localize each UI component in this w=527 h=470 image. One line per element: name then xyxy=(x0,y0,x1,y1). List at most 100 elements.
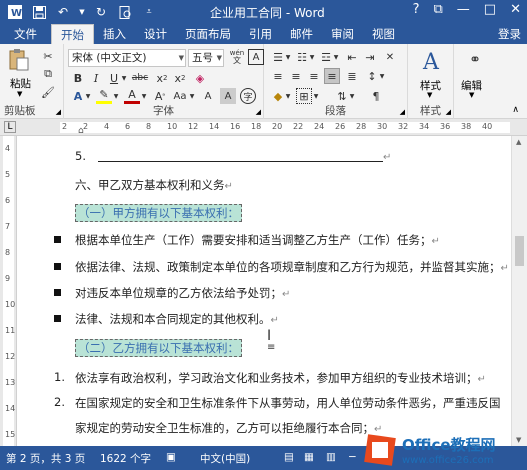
decrease-indent-icon[interactable]: ⇤ xyxy=(344,49,360,65)
scrollbar-thumb[interactable] xyxy=(515,236,524,266)
align-left-icon[interactable]: ≡ xyxy=(270,68,286,84)
print-layout-icon[interactable]: ▦ xyxy=(304,451,314,463)
format-painter-icon[interactable]: 🖌 xyxy=(40,84,56,100)
paragraph-launcher-icon[interactable]: ◢ xyxy=(400,108,405,116)
subscript-icon[interactable]: x2 xyxy=(154,70,170,86)
highlight-dropdown-icon[interactable]: ▼ xyxy=(112,88,120,104)
close-button[interactable]: ✕ xyxy=(510,2,521,17)
char-shading-icon[interactable]: A xyxy=(220,88,236,104)
find-binoculars-icon[interactable]: ⚭ xyxy=(466,50,484,70)
styles-dropdown-icon[interactable]: ▼ xyxy=(427,91,432,99)
bold-icon[interactable]: B xyxy=(70,70,86,86)
borders-dropdown-icon[interactable]: ▼ xyxy=(312,88,320,104)
collapse-ribbon-icon[interactable]: ∧ xyxy=(512,105,519,115)
paste-options-icon[interactable]: ≡ xyxy=(267,342,275,353)
paste-dropdown-icon[interactable]: ▼ xyxy=(17,90,22,98)
clipboard-group-label: 剪贴板 xyxy=(4,105,36,117)
horizontal-ruler[interactable]: L 2 2 4 6 8 10 12 14 16 18 20 22 24 26 28 30 32 34 36 38 40 … xyxy=(0,119,527,136)
highlight-color-icon[interactable]: ✎ xyxy=(96,88,112,104)
copy-icon[interactable]: ⧉ xyxy=(40,66,56,82)
tab-home[interactable]: 开始 xyxy=(51,24,94,44)
vertical-ruler[interactable]: 4 5 6 7 8 9 10 11 12 13 14 15 xyxy=(0,136,17,446)
encircle-icon[interactable]: 字 xyxy=(240,88,256,104)
paste-label[interactable]: 粘贴 xyxy=(10,76,31,91)
tab-view[interactable]: 视图 xyxy=(363,24,404,44)
ruler-number: 8 xyxy=(146,122,152,131)
customize-qat-icon[interactable]: ⩡ xyxy=(140,3,158,21)
bullets-dropdown-icon[interactable]: ▼ xyxy=(284,49,292,65)
font-color-icon[interactable]: A xyxy=(124,88,140,104)
ruler-number: 26 xyxy=(335,122,346,131)
font-name-combo[interactable]: 宋体 (中文正文) ▼ xyxy=(68,49,186,67)
styles-icon[interactable]: A xyxy=(418,48,444,76)
tab-selector-icon[interactable]: L xyxy=(4,121,16,133)
clear-formatting-icon[interactable]: ◈ xyxy=(192,70,208,86)
styles-launcher-icon[interactable]: ◢ xyxy=(446,108,451,116)
char-border-icon[interactable]: A xyxy=(248,49,264,65)
editing-dropdown-icon[interactable]: ▼ xyxy=(469,91,474,99)
multilevel-dropdown-icon[interactable]: ▼ xyxy=(332,49,340,65)
undo-icon[interactable]: ↶ xyxy=(54,3,72,21)
maximize-button[interactable]: □ xyxy=(484,2,496,17)
title-bar: W ↶ ▼ ↻ ⩡ 企业用工合同 - Word ? ⧉ — □ ✕ xyxy=(0,0,527,24)
text-effects-dropdown-icon[interactable]: ▼ xyxy=(84,88,92,104)
line-spacing-dropdown-icon[interactable]: ▼ xyxy=(378,68,386,84)
page-count[interactable]: 第 2 页，共 3 页 xyxy=(6,451,85,466)
tab-references[interactable]: 引用 xyxy=(240,24,281,44)
tab-review[interactable]: 审阅 xyxy=(322,24,363,44)
minimize-button[interactable]: — xyxy=(457,2,470,17)
underline-dropdown-icon[interactable]: ▼ xyxy=(120,70,128,86)
undo-dropdown-icon[interactable]: ▼ xyxy=(78,3,86,21)
font-color-dropdown-icon[interactable]: ▼ xyxy=(140,88,148,104)
strikethrough-icon[interactable]: abc xyxy=(132,70,148,86)
numbering-dropdown-icon[interactable]: ▼ xyxy=(308,49,316,65)
align-right-icon[interactable]: ≡ xyxy=(306,68,322,84)
change-case-icon[interactable]: Aa xyxy=(172,88,188,104)
show-marks-icon[interactable]: ¶ xyxy=(368,88,384,104)
distributed-icon[interactable]: ≣ xyxy=(344,68,360,84)
document-page[interactable]: 5. ↵ 六、甲乙双方基本权利和义务↵ （一）甲方拥有以下基本权利： 根据本单位生… xyxy=(17,136,511,446)
print-preview-icon[interactable] xyxy=(116,3,134,21)
shrink-font-icon[interactable]: Aᵃ xyxy=(152,88,168,104)
sign-in-link[interactable]: 登录 xyxy=(498,24,521,44)
sort-dropdown-icon[interactable]: ▼ xyxy=(348,88,356,104)
increase-indent-icon[interactable]: ⇥ xyxy=(362,49,378,65)
tab-page-layout[interactable]: 页面布局 xyxy=(176,24,240,44)
superscript-icon[interactable]: x2 xyxy=(172,70,188,86)
redo-icon[interactable]: ↻ xyxy=(92,3,110,21)
language-status[interactable]: 中文(中国) xyxy=(200,451,250,466)
tab-insert[interactable]: 插入 xyxy=(94,24,135,44)
cut-icon[interactable]: ✂ xyxy=(40,48,56,64)
change-case-dropdown-icon[interactable]: ▼ xyxy=(188,88,196,104)
justify-icon[interactable]: ≡ xyxy=(324,68,340,84)
vertical-scrollbar[interactable]: ▲ ▼ xyxy=(511,136,527,446)
ribbon-display-button[interactable]: ⧉ xyxy=(434,2,443,17)
zoom-out-button[interactable]: − xyxy=(348,451,357,463)
read-mode-icon[interactable]: ▤ xyxy=(284,451,294,463)
shading-dropdown-icon[interactable]: ▼ xyxy=(284,88,292,104)
tab-file[interactable]: 文件 xyxy=(0,24,51,44)
tab-mailings[interactable]: 邮件 xyxy=(281,24,322,44)
tab-design[interactable]: 设计 xyxy=(135,24,176,44)
borders-icon[interactable]: ⊞ xyxy=(296,88,312,104)
scroll-up-icon[interactable]: ▲ xyxy=(516,138,521,146)
align-center-icon[interactable]: ≡ xyxy=(288,68,304,84)
clipboard-launcher-icon[interactable]: ◢ xyxy=(56,108,61,116)
enclose-char-icon[interactable]: A xyxy=(200,88,216,104)
numbered-item-text: 依法享有政治权利，学习政治文化和业务技术，参加甲方组织的专业技术培训； xyxy=(75,371,478,385)
font-size-dropdown-icon[interactable]: ▼ xyxy=(217,50,222,66)
word-count[interactable]: 1622 个字 xyxy=(100,451,151,466)
help-button[interactable]: ? xyxy=(413,2,420,17)
italic-icon[interactable]: I xyxy=(88,70,104,86)
font-size-combo[interactable]: 五号 ▼ xyxy=(188,49,224,67)
web-layout-icon[interactable]: ▥ xyxy=(326,451,336,463)
font-name-dropdown-icon[interactable]: ▼ xyxy=(179,50,184,66)
chinese-layout-icon[interactable]: ✕ xyxy=(382,49,398,65)
proofing-icon[interactable]: ▣ xyxy=(166,451,176,463)
font-launcher-icon[interactable]: ◢ xyxy=(256,108,261,116)
save-icon[interactable] xyxy=(30,3,48,21)
phonetic-guide-icon[interactable]: wén 文 xyxy=(228,49,246,65)
paste-icon[interactable] xyxy=(8,48,30,72)
list-item-text: 根据本单位生产（工作）需要安排和适当调整乙方生产（工作）任务； xyxy=(75,233,432,247)
indent-marker-icon[interactable]: ⌂ xyxy=(78,126,84,136)
